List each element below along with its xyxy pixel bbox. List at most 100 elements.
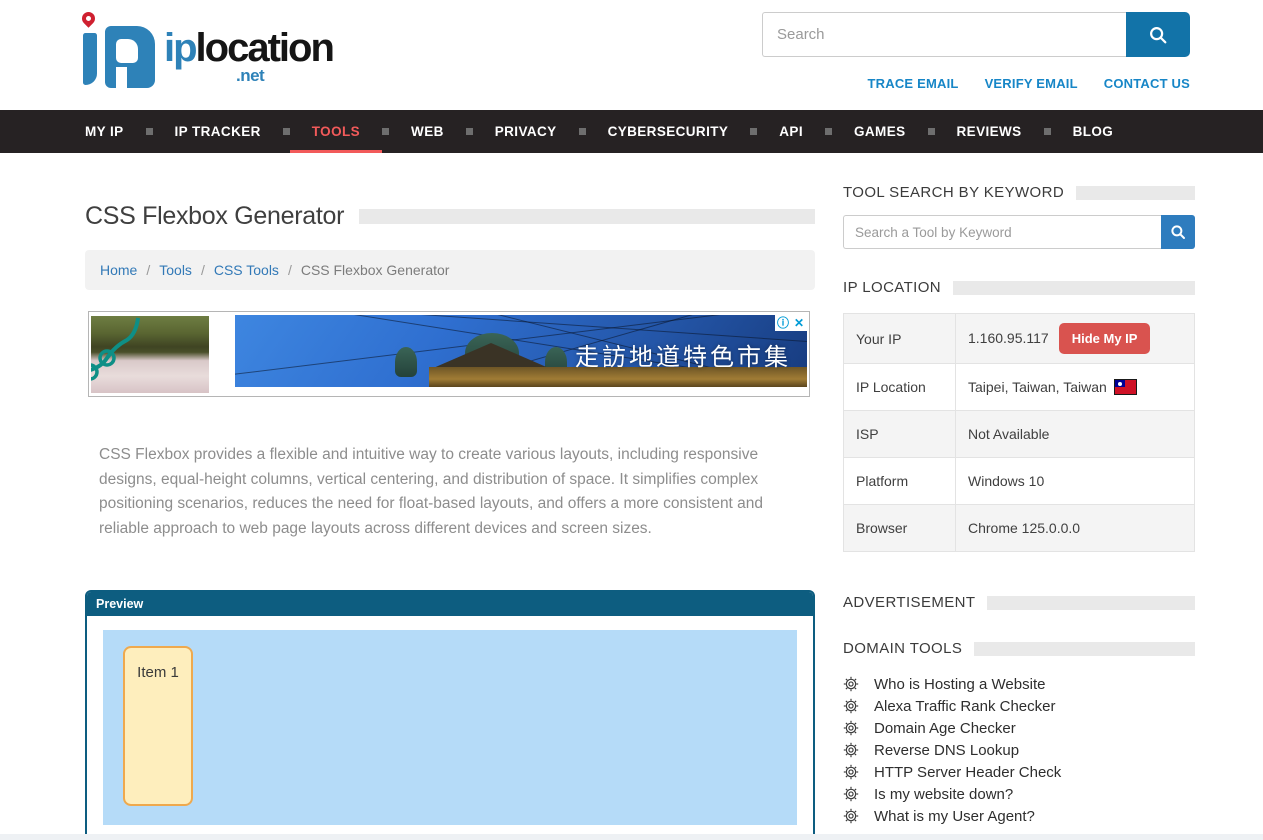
table-row: ISP Not Available [844,411,1195,458]
page-title: CSS Flexbox Generator [85,202,344,231]
nav-item-web[interactable]: WEB [389,110,466,153]
gear-icon [843,786,859,802]
nav-separator [579,128,586,135]
nav-item-games[interactable]: GAMES [832,110,928,153]
nav-item-privacy[interactable]: PRIVACY [473,110,579,153]
ad-right-image: 走訪地道特色市集 ⓘ ✕ [235,315,807,387]
gear-icon [843,742,859,758]
nav-item-cybersecurity[interactable]: CYBERSECURITY [586,110,751,153]
header-links: TRACE EMAIL VERIFY EMAIL CONTACT US [868,76,1190,91]
nav-item-ip-tracker[interactable]: IP TRACKER [153,110,283,153]
sidebar: TOOL SEARCH BY KEYWORD IP LOCATION Your … [843,153,1195,840]
site-search-input[interactable] [762,12,1126,57]
domain-tool-item[interactable]: Reverse DNS Lookup [843,739,1195,761]
gear-icon [843,764,859,780]
domain-tool-link[interactable]: Domain Age Checker [874,720,1016,737]
ip-location-table: Your IP 1.160.95.117Hide My IP IP Locati… [843,313,1195,552]
advertisement-heading: ADVERTISEMENT [843,594,1195,611]
platform-value: Windows 10 [956,458,1195,505]
nav-separator [283,128,290,135]
nav-separator [146,128,153,135]
site-search-button[interactable] [1126,12,1190,57]
ad-choice-icons: ⓘ ✕ [775,315,807,331]
bottom-strip [0,834,1263,840]
tool-search-heading: TOOL SEARCH BY KEYWORD [843,184,1195,201]
isp-value: Not Available [956,411,1195,458]
flexbox-preview-item-1[interactable]: Item 1 [123,646,193,806]
nav-separator [928,128,935,135]
ad-close-icon[interactable]: ✕ [791,315,807,331]
nav-item-my-ip[interactable]: MY IP [63,110,146,153]
site-header: iplocation .net TRACE EMAIL VERIFY EMAIL… [0,0,1263,110]
nav-separator [750,128,757,135]
search-icon [1147,24,1169,46]
preview-panel-header: Preview [87,592,813,616]
search-icon [1169,223,1187,241]
nav-separator [466,128,473,135]
route-path-graphic [91,316,209,393]
domain-tool-item[interactable]: Is my website down? [843,783,1195,805]
ip-location-value: Taipei, Taiwan, Taiwan [968,379,1107,395]
site-logo[interactable]: iplocation .net [76,8,316,100]
contact-us-link[interactable]: CONTACT US [1104,76,1190,91]
domain-tool-link[interactable]: What is my User Agent? [874,808,1035,825]
table-row: IP Location Taipei, Taiwan, Taiwan [844,364,1195,411]
table-row: Platform Windows 10 [844,458,1195,505]
domain-tool-link[interactable]: Alexa Traffic Rank Checker [874,698,1055,715]
domain-tool-link[interactable]: HTTP Server Header Check [874,764,1061,781]
gear-icon [843,720,859,736]
tool-search-input[interactable] [843,215,1161,249]
ip-location-heading: IP LOCATION [843,279,1195,296]
gear-icon [843,698,859,714]
domain-tool-item[interactable]: Who is Hosting a Website [843,673,1195,695]
nav-separator [1044,128,1051,135]
title-decoration-bar [359,209,815,224]
tool-search-button[interactable] [1161,215,1195,249]
nav-separator [382,128,389,135]
location-pin-icon [79,9,97,27]
breadcrumb-tools[interactable]: Tools [159,262,192,278]
taiwan-flag-icon [1115,380,1136,394]
ad-banner[interactable]: 走訪地道特色市集 ⓘ ✕ [88,311,810,397]
nav-item-blog[interactable]: BLOG [1051,110,1136,153]
domain-tool-item[interactable]: HTTP Server Header Check [843,761,1195,783]
nav-item-reviews[interactable]: REVIEWS [935,110,1044,153]
domain-tool-item[interactable]: Alexa Traffic Rank Checker [843,695,1195,717]
browser-value: Chrome 125.0.0.0 [956,505,1195,552]
gear-icon [843,808,859,824]
gear-icon [843,676,859,692]
domain-tools-list: Who is Hosting a Website Alexa Traffic Ra… [843,673,1195,827]
breadcrumb-current: CSS Flexbox Generator [301,262,450,278]
verify-email-link[interactable]: VERIFY EMAIL [985,76,1078,91]
domain-tools-heading: DOMAIN TOOLS [843,640,1195,657]
table-row: Your IP 1.160.95.117Hide My IP [844,314,1195,364]
hide-my-ip-button[interactable]: Hide My IP [1059,323,1151,354]
your-ip-value: 1.160.95.117 [968,330,1049,346]
content-column: CSS Flexbox Generator Home / Tools / CSS… [85,153,815,840]
main-content: CSS Flexbox Generator Home / Tools / CSS… [0,153,1263,840]
tool-description: CSS Flexbox provides a flexible and intu… [85,443,791,541]
flexbox-preview-container: Item 1 [103,630,797,825]
page: iplocation .net TRACE EMAIL VERIFY EMAIL… [0,0,1263,840]
trace-email-link[interactable]: TRACE EMAIL [868,76,959,91]
main-nav: MY IP IP TRACKER TOOLS WEB PRIVACY CYBER… [0,110,1263,153]
domain-tool-link[interactable]: Who is Hosting a Website [874,676,1045,693]
table-row: Browser Chrome 125.0.0.0 [844,505,1195,552]
ad-left-image [91,316,209,393]
ad-info-icon[interactable]: ⓘ [775,315,791,331]
breadcrumb-css-tools[interactable]: CSS Tools [214,262,279,278]
logo-net-suffix: .net [236,66,264,86]
site-search [762,12,1190,57]
nav-separator [825,128,832,135]
tool-search [843,215,1195,249]
logo-text: iplocation [164,26,333,71]
breadcrumb-home[interactable]: Home [100,262,137,278]
nav-item-api[interactable]: API [757,110,825,153]
ad-headline: 走訪地道特色市集 [575,337,791,372]
domain-tool-item[interactable]: Domain Age Checker [843,717,1195,739]
domain-tool-item[interactable]: What is my User Agent? [843,805,1195,827]
preview-panel-body: Item 1 [87,616,813,840]
nav-item-tools[interactable]: TOOLS [290,110,382,153]
domain-tool-link[interactable]: Is my website down? [874,786,1013,803]
domain-tool-link[interactable]: Reverse DNS Lookup [874,742,1019,759]
